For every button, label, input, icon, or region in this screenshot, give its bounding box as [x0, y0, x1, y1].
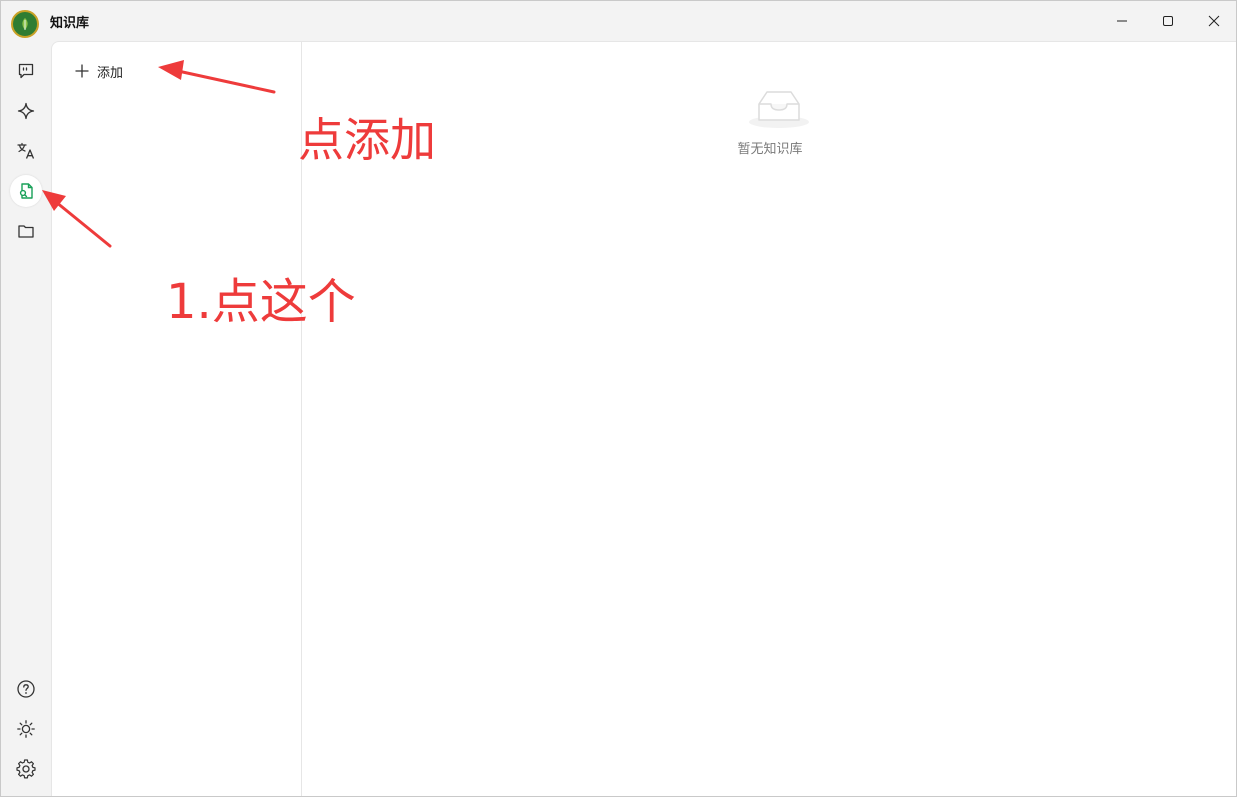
add-button-label: 添加	[97, 65, 124, 81]
close-icon	[1208, 15, 1220, 27]
chat-icon	[18, 63, 34, 79]
sidebar-item-help[interactable]	[10, 673, 42, 705]
help-icon	[17, 680, 35, 698]
folder-icon	[18, 225, 34, 238]
theme-icon	[17, 720, 35, 738]
annotation-click-add: 点添加	[298, 113, 436, 167]
sidebar-item-theme[interactable]	[10, 713, 42, 745]
sidebar	[1, 41, 51, 796]
empty-inbox-icon	[749, 91, 809, 128]
sidebar-item-files[interactable]	[10, 215, 42, 247]
add-knowledge-base-button[interactable]: 添加	[75, 60, 123, 82]
sidebar-item-settings[interactable]	[10, 753, 42, 785]
title-bar[interactable]: 知识库	[1, 1, 1236, 41]
sparkle-icon	[17, 102, 35, 120]
sidebar-item-knowledge-base[interactable]	[10, 175, 42, 207]
annotation-click-this: 1.点这个	[166, 274, 356, 330]
translate-icon	[17, 142, 35, 159]
settings-icon	[16, 759, 36, 779]
minimize-button[interactable]	[1099, 1, 1145, 41]
empty-state: 暂无知识库	[720, 86, 820, 157]
close-button[interactable]	[1191, 1, 1237, 41]
maximize-button[interactable]	[1145, 1, 1191, 41]
app-window: 知识库	[0, 0, 1237, 797]
plus-icon	[75, 64, 89, 78]
window-title: 知识库	[50, 16, 90, 31]
knowledge-list-panel	[51, 41, 301, 796]
sidebar-item-chat[interactable]	[10, 55, 42, 87]
app-logo	[11, 10, 39, 38]
knowledge-base-icon	[19, 183, 33, 199]
minimize-icon	[1117, 20, 1127, 22]
empty-state-text: 暂无知识库	[737, 142, 803, 157]
sidebar-item-translate[interactable]	[10, 135, 42, 167]
sidebar-item-assistant[interactable]	[10, 95, 42, 127]
maximize-icon	[1163, 16, 1173, 26]
